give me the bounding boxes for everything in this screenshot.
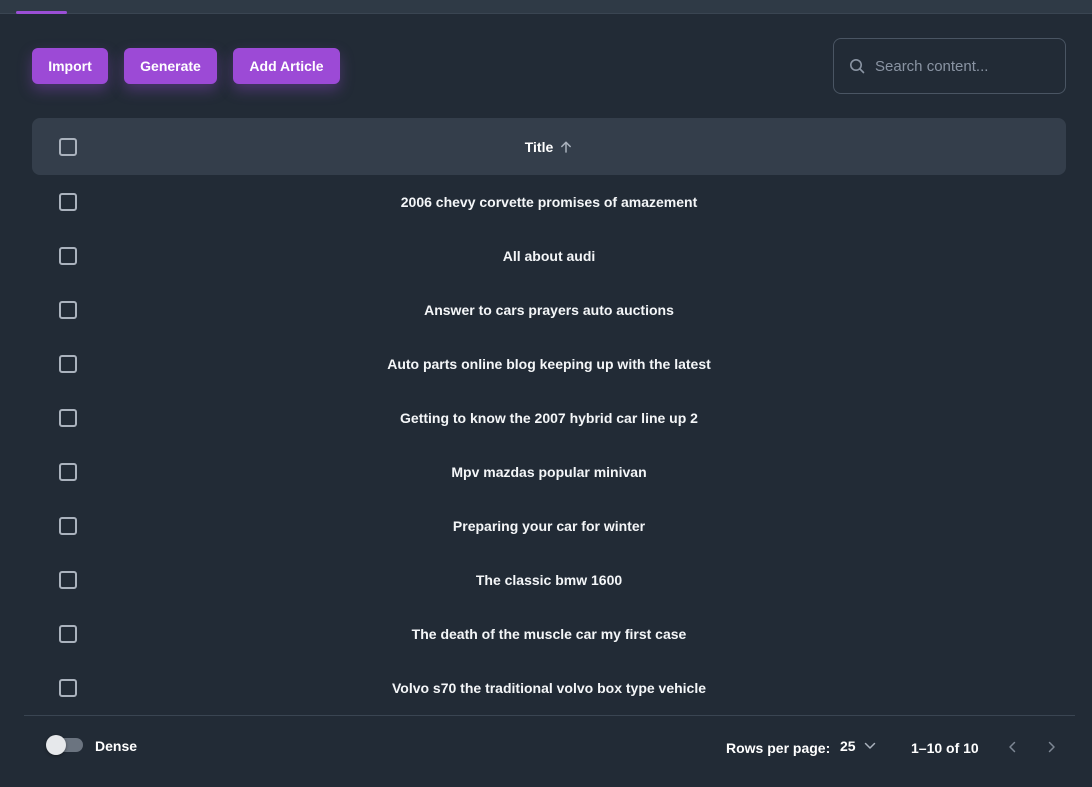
active-tab-indicator [16, 11, 67, 14]
table-row[interactable]: Preparing your car for winter [32, 499, 1066, 553]
generate-button[interactable]: Generate [124, 48, 217, 84]
table-row[interactable]: Volvo s70 the traditional volvo box type… [32, 661, 1066, 715]
table-row[interactable]: The classic bmw 1600 [32, 553, 1066, 607]
chevron-left-icon [1009, 741, 1016, 753]
add-article-button[interactable]: Add Article [233, 48, 340, 84]
previous-page-button[interactable] [1002, 737, 1022, 757]
search-icon [850, 59, 865, 74]
dense-toggle[interactable] [46, 735, 83, 755]
next-page-button[interactable] [1042, 737, 1062, 757]
table-header: Title [32, 118, 1066, 175]
table-row[interactable]: 2006 chevy corvette promises of amazemen… [32, 175, 1066, 229]
table-row[interactable]: All about audi [32, 229, 1066, 283]
table-row[interactable]: Auto parts online blog keeping up with t… [32, 337, 1066, 391]
row-title: Answer to cars prayers auto auctions [424, 302, 674, 318]
table-row[interactable]: Answer to cars prayers auto auctions [32, 283, 1066, 337]
title-column-header[interactable]: Title [32, 139, 1066, 155]
table-row[interactable]: Mpv mazdas popular minivan [32, 445, 1066, 499]
content-table: Title 2006 chevy corvette promises of am… [32, 118, 1066, 715]
search-box[interactable] [833, 38, 1066, 94]
arrow-up-icon [561, 141, 572, 153]
row-title: Auto parts online blog keeping up with t… [387, 356, 711, 372]
row-title: Mpv mazdas popular minivan [451, 464, 647, 480]
row-title: Getting to know the 2007 hybrid car line… [400, 410, 698, 426]
chevron-down-icon [864, 742, 875, 749]
row-title: 2006 chevy corvette promises of amazemen… [400, 194, 698, 210]
dense-label: Dense [95, 738, 138, 754]
search-input[interactable] [875, 57, 1055, 75]
top-tab-bar [0, 0, 1092, 14]
rows-per-page-select[interactable]: 25 [840, 738, 876, 754]
row-title: The death of the muscle car my first cas… [411, 626, 687, 642]
table-row[interactable]: The death of the muscle car my first cas… [32, 607, 1066, 661]
row-title: Preparing your car for winter [452, 518, 646, 534]
rows-per-page-value: 25 [840, 738, 856, 754]
import-button[interactable]: Import [32, 48, 108, 84]
table-row[interactable]: Getting to know the 2007 hybrid car line… [32, 391, 1066, 445]
pagination-range: 1–10 of 10 [911, 740, 979, 756]
title-header-label: Title [524, 138, 554, 155]
row-title: The classic bmw 1600 [475, 572, 623, 588]
row-title: Volvo s70 the traditional volvo box type… [391, 680, 707, 696]
chevron-right-icon [1048, 741, 1055, 753]
row-title: All about audi [502, 248, 596, 264]
toggle-knob[interactable] [46, 735, 66, 755]
rows-per-page-label: Rows per page: [726, 740, 831, 756]
footer-divider [24, 715, 1075, 716]
